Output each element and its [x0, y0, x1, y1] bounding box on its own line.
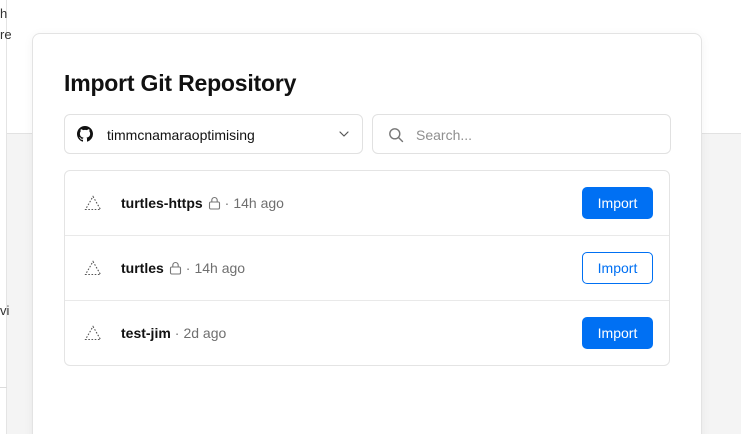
repository-row: test-jim · 2d ago Import	[65, 301, 669, 365]
repository-age: 14h ago	[194, 260, 246, 276]
search-input[interactable]	[416, 124, 656, 146]
import-button[interactable]: Import	[582, 187, 653, 219]
background-text-fragment: vi	[0, 303, 10, 318]
lock-icon	[208, 197, 220, 210]
modal-title: Import Git Repository	[64, 70, 297, 96]
separator-dot: ·	[185, 260, 191, 276]
repository-row: turtles-https · 14h ago Import	[65, 171, 669, 236]
import-button[interactable]: Import	[582, 317, 653, 349]
repository-name: test-jim	[121, 325, 171, 341]
import-repository-modal: Import Git Repository timmcnamaraoptimis…	[32, 33, 702, 434]
vercel-triangle-icon	[84, 325, 102, 341]
vercel-triangle-icon	[84, 260, 102, 276]
chevron-down-icon	[339, 131, 349, 137]
import-button[interactable]: Import	[582, 252, 653, 284]
lock-icon	[169, 262, 181, 275]
background-page-left	[0, 0, 7, 434]
repository-age: 14h ago	[233, 195, 284, 211]
github-icon	[77, 126, 93, 142]
background-text-fragment: re	[0, 27, 12, 42]
background-divider	[0, 387, 7, 388]
separator-dot: ·	[224, 195, 230, 211]
repository-name: turtles-https	[121, 195, 203, 211]
git-scope-select[interactable]: timmcnamaraoptimising	[64, 114, 363, 154]
repository-row: turtles · 14h ago Import	[65, 236, 669, 301]
repository-age: 2d ago	[183, 325, 227, 341]
vercel-triangle-icon	[84, 195, 102, 211]
search-icon	[389, 128, 404, 143]
git-scope-label: timmcnamaraoptimising	[107, 127, 255, 143]
repository-search-box[interactable]	[372, 114, 671, 154]
repository-list: turtles-https · 14h ago Import turtles ·…	[64, 170, 670, 366]
separator-dot: ·	[174, 325, 180, 341]
background-text-fragment: h	[0, 6, 8, 21]
repository-name: turtles	[121, 260, 164, 276]
